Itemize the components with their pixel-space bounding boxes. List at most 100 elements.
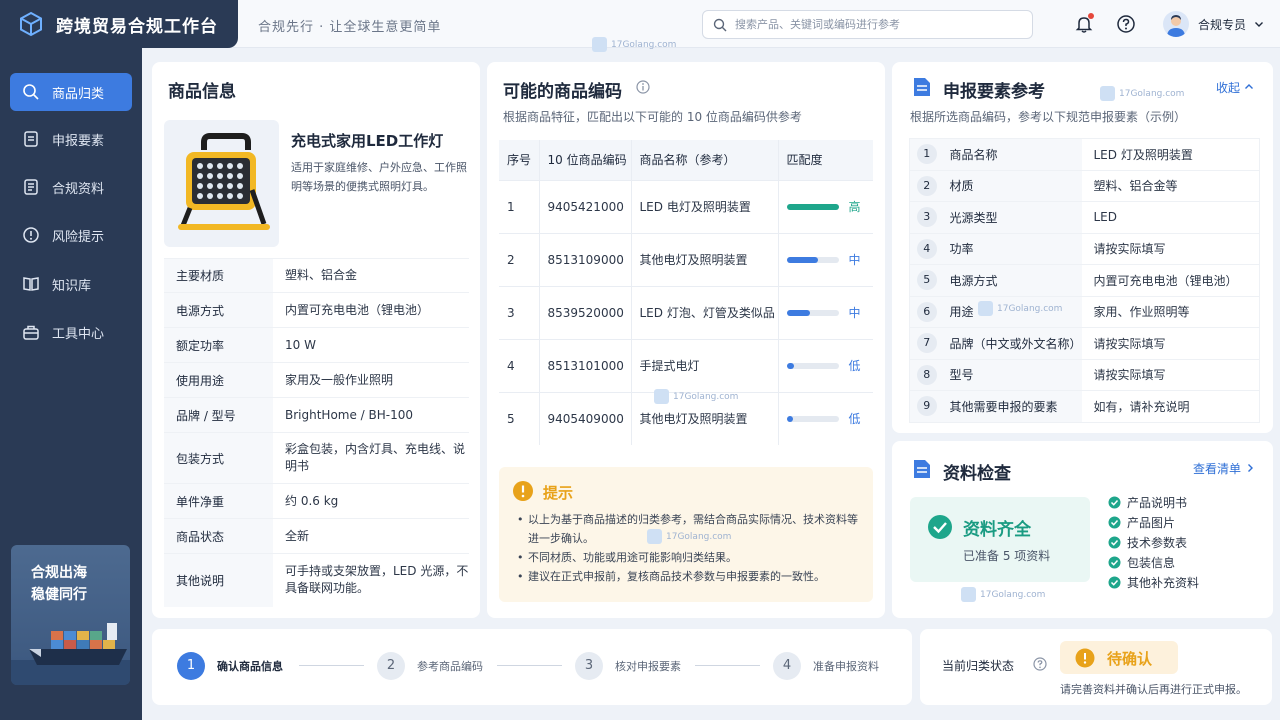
promo-text: 合规出海 稳健同行 bbox=[31, 565, 87, 603]
row-name: 其他电灯及照明装置 bbox=[630, 232, 778, 286]
user-name: 合规专员 bbox=[1198, 17, 1247, 32]
notification-dot bbox=[1088, 13, 1094, 19]
table-row: 包装方式 彩盒包装，内含灯具、充电线、说明书 bbox=[164, 432, 469, 484]
attr-key: 使用用途 bbox=[164, 362, 273, 398]
attr-key: 品牌 / 型号 bbox=[164, 397, 273, 433]
attr-value: 彩盒包装，内含灯具、充电线、说明书 bbox=[273, 432, 469, 484]
product-attributes-table: 主要材质 塑料、铝合金 电源方式 内置可充电电池（锂电池） 额定功率 10 W 使用用… bbox=[164, 258, 469, 607]
codes-subtitle: 根据商品特征，匹配出以下可能的 10 位商品编码供参考 bbox=[503, 110, 802, 124]
search-input[interactable] bbox=[735, 18, 1015, 31]
complete-status: 资料齐全 bbox=[963, 520, 1031, 540]
row-code: 8539520000 bbox=[538, 285, 631, 339]
slogan: 合规先行 · 让全球生意更简单 bbox=[258, 20, 442, 35]
book-icon bbox=[23, 277, 39, 291]
sidebar-item-label: 申报要素 bbox=[52, 133, 105, 149]
help-icon[interactable] bbox=[1116, 14, 1136, 34]
step-label: 确认商品信息 bbox=[217, 660, 283, 673]
table-row: 3 光源类型 LED bbox=[909, 201, 1260, 233]
sidebar-item-label: 商品归类 bbox=[52, 86, 105, 102]
chevron-up-icon bbox=[1244, 84, 1253, 89]
declaration-table: 1 商品名称 LED 灯及照明装置 2 材质 塑料、铝合金等 3 光源类型 LED 4 功率请… bbox=[909, 138, 1260, 423]
table-row: 1 商品名称 LED 灯及照明装置 bbox=[909, 138, 1260, 170]
row-no: 5 bbox=[499, 391, 539, 445]
collapse-button[interactable]: 收起 bbox=[1216, 79, 1254, 96]
document-icon bbox=[914, 78, 930, 96]
info-icon[interactable] bbox=[636, 80, 650, 94]
match-cell: 中 bbox=[777, 232, 873, 286]
match-bar bbox=[786, 362, 839, 369]
attr-key: 额定功率 bbox=[164, 327, 273, 363]
row-name: LED 电灯及照明装置 bbox=[630, 179, 778, 233]
table-row[interactable]: 3 8539520000 LED 灯泡、灯管及类似品 中 bbox=[499, 285, 873, 339]
step-3[interactable]: 3 核对申报要素 bbox=[575, 652, 681, 680]
check-circle-icon bbox=[1108, 516, 1121, 528]
sidebar-item-risk[interactable]: 风险提示 bbox=[10, 216, 132, 254]
status-label: 当前归类状态 bbox=[942, 659, 1015, 673]
match-bar bbox=[786, 415, 839, 422]
match-level: 高 bbox=[848, 200, 861, 214]
sidebar-item-label: 合规资料 bbox=[52, 181, 105, 197]
row-no: 3 bbox=[499, 285, 539, 339]
match-cell: 高 bbox=[777, 179, 873, 233]
match-level: 中 bbox=[848, 306, 861, 320]
attr-key: 电源方式 bbox=[164, 292, 273, 328]
promo-banner: 合规出海 稳健同行 bbox=[11, 545, 130, 685]
watermark: 17Golang.com bbox=[1100, 86, 1184, 101]
col-header: 商品名称（参考） bbox=[630, 140, 778, 180]
match-cell: 低 bbox=[777, 338, 873, 392]
status-note: 请完善资料并确认后再进行正式申报。 bbox=[1060, 683, 1247, 696]
sidebar-item-declaration[interactable]: 申报要素 bbox=[10, 120, 132, 158]
sidebar-item-knowledge[interactable]: 知识库 bbox=[10, 265, 132, 303]
step-label: 参考商品编码 bbox=[417, 660, 483, 673]
check-circle-icon bbox=[1108, 496, 1121, 508]
row-name: LED 灯泡、灯管及类似品 bbox=[630, 285, 778, 339]
table-row: 8 型号 请按实际填写 bbox=[909, 358, 1260, 391]
row-code: 9405409000 bbox=[538, 391, 631, 445]
step-connector bbox=[695, 665, 760, 666]
user-menu[interactable]: 合规专员 bbox=[1163, 11, 1264, 37]
attr-value: 10 W bbox=[273, 327, 469, 363]
table-row: 7 品牌（中文或外文名称） 请按实际填写 bbox=[909, 327, 1260, 359]
prepared-count: 已准备 5 项资料 bbox=[963, 549, 1051, 563]
toolbox-icon bbox=[23, 325, 39, 340]
search-box[interactable] bbox=[702, 10, 1033, 39]
cargo-ship-illustration bbox=[11, 623, 130, 685]
declaration-subtitle: 根据所选商品编码，参考以下规范申报要素（示例） bbox=[910, 110, 1187, 124]
watermark: 17Golang.com bbox=[592, 37, 676, 52]
sidebar-item-classification[interactable]: 商品归类 bbox=[10, 73, 132, 111]
step-4[interactable]: 4 准备申报资料 bbox=[773, 652, 879, 680]
step-connector bbox=[299, 665, 364, 666]
table-row[interactable]: 2 8513109000 其他电灯及照明装置 中 bbox=[499, 232, 873, 286]
match-bar bbox=[786, 256, 839, 263]
codes-title: 可能的商品编码 bbox=[503, 82, 622, 102]
tip-list: 以上为基于商品描述的归类参考，需结合商品实际情况、技术资料等进一步确认。 不同材… bbox=[517, 510, 862, 586]
sidebar-item-tools[interactable]: 工具中心 bbox=[10, 313, 132, 351]
check-circle-icon bbox=[1108, 556, 1121, 568]
chevron-down-icon bbox=[1255, 22, 1264, 27]
checklist-item: 产品图片 bbox=[1108, 512, 1199, 532]
check-circle-icon bbox=[1108, 536, 1121, 548]
table-row[interactable]: 1 9405421000 LED 电灯及照明装置 高 bbox=[499, 179, 873, 233]
check-circle-icon bbox=[928, 515, 952, 539]
check-circle-icon bbox=[1108, 576, 1121, 588]
sidebar-item-compliance-docs[interactable]: 合规资料 bbox=[10, 168, 132, 206]
watermark: 17Golang.com bbox=[961, 587, 1045, 602]
sidebar: 商品归类 申报要素 合规资料 风险提示 知识库 工具中心 合规出海 稳健同行 bbox=[0, 48, 142, 720]
document-icon bbox=[24, 131, 38, 147]
tip-item: 不同材质、功能或用途可能影响归类结果。 bbox=[517, 548, 862, 567]
watermark: 17Golang.com bbox=[978, 301, 1062, 316]
step-1[interactable]: 1 确认商品信息 bbox=[177, 652, 283, 680]
view-list-link[interactable]: 查看清单 bbox=[1193, 460, 1255, 477]
product-description: 适用于家庭维修、户外应急、工作照明等场景的便携式照明灯具。 bbox=[291, 161, 467, 193]
checklist: 产品说明书 产品图片 技术参数表 包装信息 其他补充资料 bbox=[1108, 492, 1199, 592]
sidebar-item-label: 知识库 bbox=[52, 278, 92, 294]
table-row: 6 用途 家用、作业照明等 bbox=[909, 295, 1260, 328]
match-cell: 低 bbox=[777, 391, 873, 445]
table-row[interactable]: 4 8513101000 手提式电灯 低 bbox=[499, 338, 873, 392]
help-icon[interactable] bbox=[1033, 657, 1047, 671]
checklist-item: 产品说明书 bbox=[1108, 492, 1199, 512]
brand: 跨境贸易合规工作台 bbox=[0, 0, 238, 48]
step-2[interactable]: 2 参考商品编码 bbox=[377, 652, 483, 680]
search-icon bbox=[713, 18, 727, 31]
watermark: 17Golang.com bbox=[647, 529, 731, 544]
